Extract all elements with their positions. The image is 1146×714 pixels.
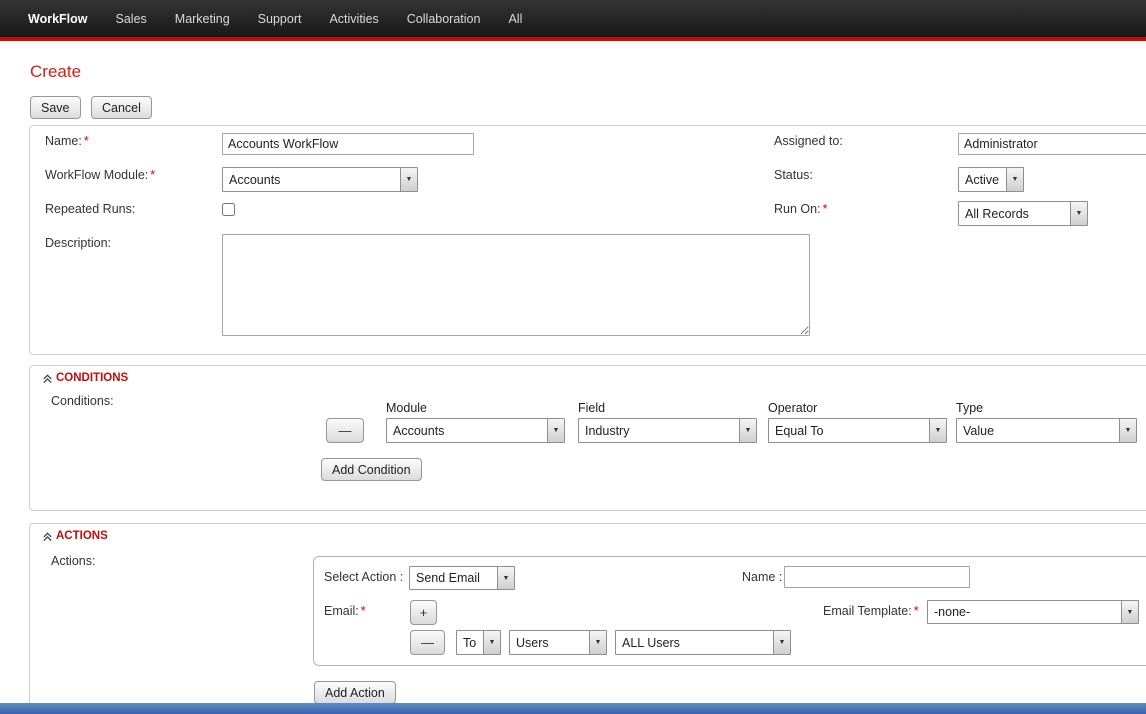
- condition-module-select[interactable]: Accounts: [386, 418, 565, 443]
- actions-panel: ACTIONS Actions: Select Action : Send Em…: [29, 523, 1146, 714]
- accent-bar: [0, 37, 1146, 41]
- select-action-select[interactable]: Send Email: [409, 566, 515, 590]
- conditions-header-text: CONDITIONS: [56, 372, 128, 384]
- dropdown-arrow-icon: [483, 631, 500, 654]
- top-navbar: WorkFlow Sales Marketing Support Activit…: [0, 0, 1146, 37]
- status-select[interactable]: Active: [958, 167, 1024, 192]
- status-label: Status:: [774, 168, 813, 182]
- dropdown-arrow-icon: [1119, 419, 1136, 442]
- required-marker: *: [84, 134, 89, 148]
- nav-item-workflow[interactable]: WorkFlow: [28, 12, 88, 26]
- condition-type-value: Value: [957, 419, 1119, 442]
- workflow-name-input[interactable]: [222, 133, 474, 155]
- email-template-value: -none-: [928, 601, 1121, 623]
- add-action-button[interactable]: Add Action: [314, 681, 396, 704]
- add-recipient-button[interactable]: +: [410, 600, 437, 625]
- email-template-select[interactable]: -none-: [927, 600, 1139, 624]
- name-label-text: Name:: [45, 134, 82, 148]
- column-header-field: Field: [578, 401, 605, 415]
- email-label-text: Email:: [324, 604, 359, 618]
- dropdown-arrow-icon: [497, 567, 514, 589]
- conditions-panel: CONDITIONS Conditions: Module Field Oper…: [29, 365, 1146, 511]
- actions-header[interactable]: ACTIONS: [42, 530, 108, 542]
- page-title: Create: [30, 62, 81, 82]
- dropdown-arrow-icon: [589, 631, 606, 654]
- repeated-runs-checkbox[interactable]: [222, 203, 235, 216]
- module-label-text: WorkFlow Module:: [45, 168, 148, 182]
- recipient-type-select[interactable]: To: [456, 630, 501, 655]
- description-textarea[interactable]: [222, 234, 810, 336]
- column-header-module: Module: [386, 401, 427, 415]
- assigned-to-input[interactable]: [958, 133, 1146, 155]
- conditions-label: Conditions:: [51, 394, 114, 408]
- select-action-label: Select Action :: [324, 570, 403, 584]
- action-block: Select Action : Send Email Name : Email:…: [313, 556, 1146, 666]
- remove-recipient-button[interactable]: —: [410, 630, 445, 655]
- column-header-type: Type: [956, 401, 983, 415]
- assigned-to-label: Assigned to:: [774, 134, 843, 148]
- email-label: Email:*: [324, 604, 366, 618]
- collapse-icon: [42, 373, 53, 384]
- cancel-button[interactable]: Cancel: [91, 96, 152, 119]
- dropdown-arrow-icon: [400, 168, 417, 191]
- recipient-users-select[interactable]: ALL Users: [615, 630, 791, 655]
- required-marker: *: [823, 202, 828, 216]
- remove-condition-button[interactable]: —: [326, 418, 364, 443]
- required-marker: *: [914, 604, 919, 618]
- nav-item-sales[interactable]: Sales: [116, 12, 147, 26]
- workflow-module-select[interactable]: Accounts: [222, 167, 418, 192]
- condition-module-value: Accounts: [387, 419, 547, 442]
- dropdown-arrow-icon: [1070, 202, 1087, 225]
- condition-operator-value: Equal To: [769, 419, 929, 442]
- status-value: Active: [959, 168, 1006, 191]
- module-label: WorkFlow Module:*: [45, 168, 155, 182]
- action-name-input[interactable]: [784, 566, 970, 588]
- dropdown-arrow-icon: [547, 419, 564, 442]
- dropdown-arrow-icon: [739, 419, 756, 442]
- name-label: Name:*: [45, 134, 89, 148]
- email-template-label-text: Email Template:: [823, 604, 912, 618]
- recipient-users-value: ALL Users: [616, 631, 773, 654]
- run-on-label-text: Run On:: [774, 202, 821, 216]
- run-on-select[interactable]: All Records: [958, 201, 1088, 226]
- select-action-value: Send Email: [410, 567, 497, 589]
- condition-field-value: Industry: [579, 419, 739, 442]
- collapse-icon: [42, 531, 53, 542]
- conditions-header[interactable]: CONDITIONS: [42, 372, 128, 384]
- dropdown-arrow-icon: [773, 631, 790, 654]
- condition-field-select[interactable]: Industry: [578, 418, 757, 443]
- save-button[interactable]: Save: [30, 96, 81, 119]
- actions-header-text: ACTIONS: [56, 530, 108, 542]
- nav-item-marketing[interactable]: Marketing: [175, 12, 230, 26]
- nav-item-collaboration[interactable]: Collaboration: [407, 12, 481, 26]
- dropdown-arrow-icon: [929, 419, 946, 442]
- dropdown-arrow-icon: [1006, 168, 1023, 191]
- add-condition-button[interactable]: Add Condition: [321, 458, 422, 481]
- condition-operator-select[interactable]: Equal To: [768, 418, 947, 443]
- run-on-label: Run On:*: [774, 202, 827, 216]
- nav-item-support[interactable]: Support: [258, 12, 302, 26]
- repeated-runs-label: Repeated Runs:: [45, 202, 135, 216]
- actions-label: Actions:: [51, 554, 95, 568]
- footer-bar: [0, 703, 1146, 714]
- nav-item-activities[interactable]: Activities: [329, 12, 378, 26]
- description-label: Description:: [45, 236, 111, 250]
- nav-item-all[interactable]: All: [508, 12, 522, 26]
- recipient-type-value: To: [457, 631, 483, 654]
- condition-type-select[interactable]: Value: [956, 418, 1137, 443]
- required-marker: *: [361, 604, 366, 618]
- email-template-label: Email Template:*: [823, 604, 919, 618]
- required-marker: *: [150, 168, 155, 182]
- workflow-form-panel: Name:* Assigned to: WorkFlow Module:* Ac…: [29, 125, 1146, 355]
- dropdown-arrow-icon: [1121, 601, 1138, 623]
- action-name-label: Name :: [742, 570, 782, 584]
- workflow-module-value: Accounts: [223, 168, 400, 191]
- column-header-operator: Operator: [768, 401, 817, 415]
- recipient-group-value: Users: [510, 631, 589, 654]
- run-on-value: All Records: [959, 202, 1070, 225]
- recipient-group-select[interactable]: Users: [509, 630, 607, 655]
